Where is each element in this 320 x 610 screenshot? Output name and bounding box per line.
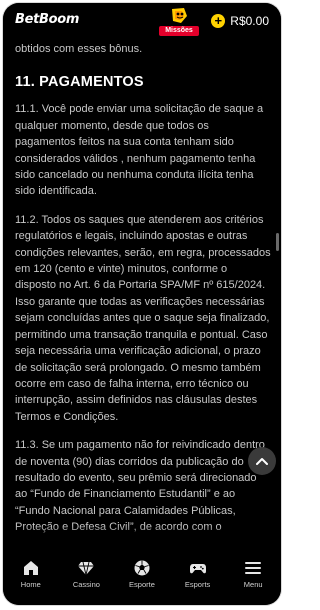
nav-item-menu[interactable]: Menu [225,545,281,589]
nav-label-home: Home [20,580,41,589]
nav-label-esporte: Esporte [129,580,155,589]
soccer-ball-icon [134,560,150,576]
nav-label-menu: Menu [243,580,263,589]
section-title: 11. PAGAMENTOS [15,74,144,91]
top-header: BetBoom Missões + R$0.00 [3,3,281,39]
chevron-up-icon [256,458,268,465]
nav-item-esporte[interactable]: Esporte [114,545,170,589]
balance-value: R$0.00 [230,14,269,28]
hamburger-menu-icon [245,562,262,574]
bottom-nav: Home Cassino Esporte Esports Menu [3,545,281,605]
missions-button[interactable]: Missões [159,7,199,37]
app-screen: BetBoom Missões + R$0.00 obtidos com ess… [3,3,281,605]
terms-content: obtidos com esses bônus. 11. PAGAMENTOS … [15,41,271,548]
scroll-to-top-button[interactable] [248,447,276,475]
nav-item-cassino[interactable]: Cassino [59,545,115,589]
paragraph-11-2: 11.2. Todos os saques que atenderem aos … [15,213,271,423]
home-icon [23,561,38,575]
intro-tail-text: obtidos com esses bônus. [15,43,143,55]
missions-icon [172,8,187,23]
nav-label-esports: Esports [184,580,211,589]
plus-circle-icon[interactable]: + [211,14,226,28]
missions-label: Missões [159,26,199,36]
paragraph-11-1: 11.1. Você pode enviar uma solicitação d… [15,103,264,198]
diamond-icon [78,561,95,576]
nav-item-esports[interactable]: Esports [170,545,226,589]
nav-label-cassino: Cassino [72,580,100,589]
gamepad-icon [189,564,206,574]
balance-area[interactable]: + R$0.00 [211,14,269,28]
scrollbar-thumb[interactable] [276,233,279,251]
paragraph-11-3: 11.3. Se um pagamento não for reivindica… [15,439,265,533]
nav-item-home[interactable]: Home [3,545,59,589]
content-fade [3,525,281,545]
betboom-logo[interactable]: BetBoom [15,12,79,27]
